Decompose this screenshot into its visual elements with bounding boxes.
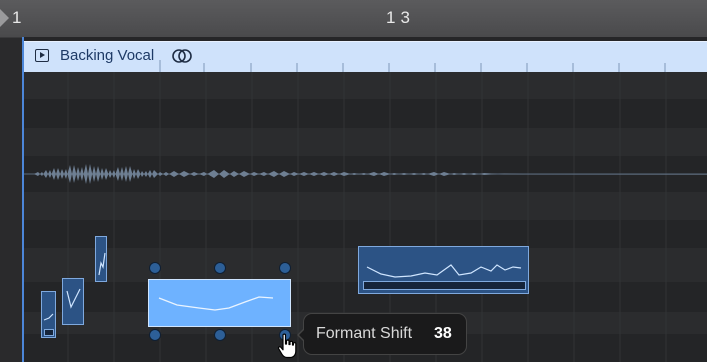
ruler-bar-label-start: 1 [12,8,22,27]
pitch-note[interactable] [41,291,56,338]
region-header[interactable]: Backing Vocal [24,41,707,72]
pitch-note-selected[interactable] [148,279,291,327]
region-title: Backing Vocal [60,47,155,64]
pitch-note[interactable] [62,278,84,325]
audio-waveform [24,164,707,184]
drift-handle-top-left[interactable] [149,262,161,274]
timeline-ruler[interactable]: 1 13 [0,0,707,38]
playhead[interactable] [22,37,24,362]
pitch-note[interactable] [95,236,107,282]
formant-shift-tooltip: Formant Shift 38 [297,313,467,355]
ruler-bar-label-13: 13 [386,8,415,27]
drift-handle-top-right[interactable] [279,262,291,274]
formant-handle-bottom-left[interactable] [149,329,161,341]
formant-handle-bottom-center[interactable] [214,329,226,341]
pitch-note-bar [363,281,526,290]
tooltip-label: Formant Shift [316,325,413,342]
tooltip-value: 38 [434,325,452,342]
link-rings-icon[interactable] [172,48,192,64]
hand-pointer-icon [277,333,297,359]
ruler-left-marker-icon [0,9,9,27]
pitch-note-bar [44,329,54,336]
pitch-note[interactable] [358,246,529,294]
play-region-icon[interactable] [35,49,49,62]
drift-handle-top-center[interactable] [214,262,226,274]
